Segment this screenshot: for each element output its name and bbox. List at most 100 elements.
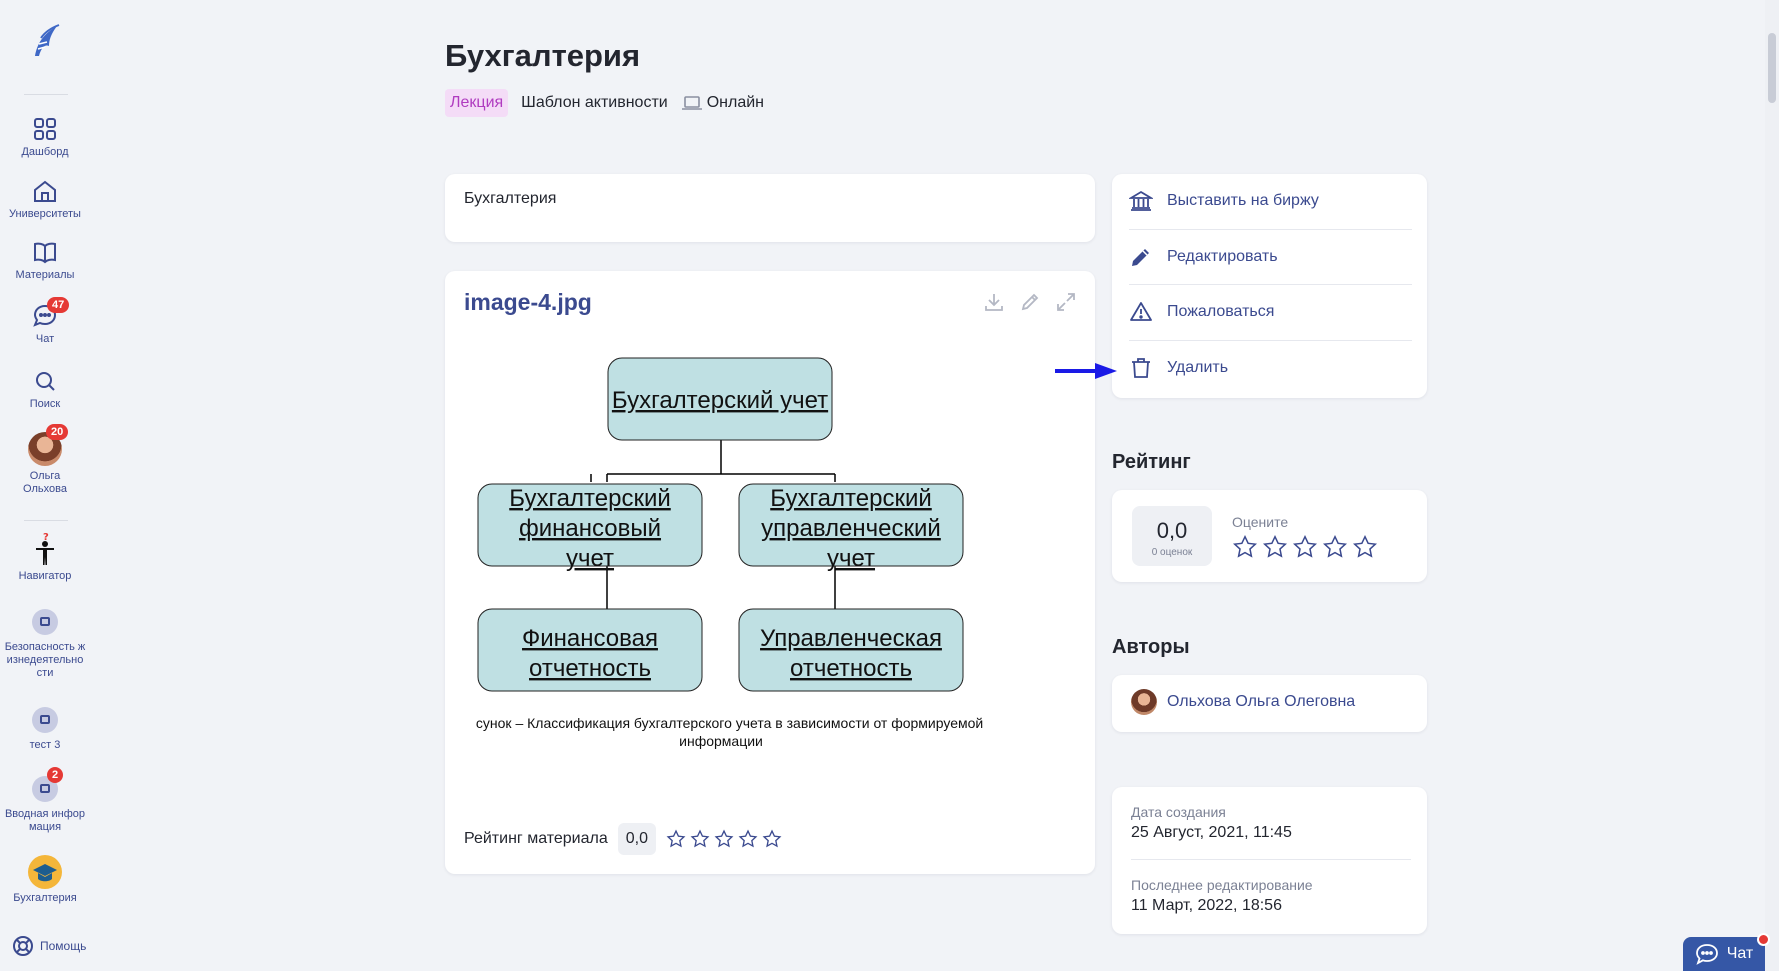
report-label: Пожаловаться — [1167, 303, 1275, 320]
sidebar-item-label: Безопасность жизнедеятельности — [4, 641, 86, 679]
logo-icon[interactable] — [27, 22, 63, 62]
page-title: Бухгалтерия — [445, 38, 641, 73]
node-text: отчетность — [529, 655, 651, 682]
dates-divider — [1131, 859, 1411, 860]
diagram-caption: Рисунок – Классификация бухгалтерского у… — [475, 715, 983, 731]
star-icon[interactable] — [1262, 534, 1288, 560]
sidebar-item-universities[interactable]: Университеты — [0, 178, 90, 221]
star-icon[interactable] — [1352, 534, 1378, 560]
author-name: Ольхова Ольга Олеговна — [1167, 693, 1356, 710]
exchange-label: Выставить на биржу — [1167, 192, 1319, 209]
sidebar-item-label: Вводная информация — [4, 808, 86, 833]
sidebar-item-dashboard[interactable]: Дашборд — [0, 116, 90, 159]
sidebar-item-profile[interactable]: Ольга Ольхова 20 — [0, 424, 90, 496]
edited-date: 11 Март, 2022, 18:56 — [1131, 897, 1282, 914]
scrollbar-thumb[interactable] — [1768, 33, 1776, 103]
accounting-diagram: Бухгалтерский учет Бухгалтерский финансо… — [475, 357, 983, 749]
file-name[interactable]: image-4.jpg — [464, 289, 592, 316]
rate-label: Оцените — [1232, 514, 1289, 530]
sidebar-item-label: Материалы — [15, 269, 75, 281]
actions-card: Выставить на биржу Редактировать Пожалов… — [1112, 174, 1427, 398]
node-text: учет — [566, 545, 614, 572]
sidebar-item-course-intro[interactable]: Вводная информация 2 — [0, 767, 90, 834]
warning-icon — [1130, 302, 1152, 321]
sidebar-item-label: Поиск — [29, 398, 61, 410]
author-avatar — [1131, 689, 1157, 715]
sidebar-item-chat[interactable]: Чат 47 — [0, 297, 90, 346]
star-icon[interactable] — [1322, 534, 1348, 560]
sidebar-item-course-test3[interactable]: тест 3 — [0, 707, 90, 752]
trash-icon — [1132, 358, 1150, 378]
chat-count-badge: 47 — [47, 297, 70, 313]
created-date-label: Дата создания — [1131, 804, 1226, 820]
star-icon[interactable] — [738, 829, 758, 849]
sidebar-item-label: Бухгалтерия — [13, 892, 77, 904]
sidebar-item-label: Дашборд — [21, 146, 69, 158]
node-text: Бухгалтерский учет — [612, 387, 828, 414]
dashboard-icon — [34, 118, 56, 140]
sidebar-item-materials[interactable]: Материалы — [0, 239, 90, 282]
chat-bubble-icon — [1695, 944, 1718, 965]
pencil-icon[interactable] — [1019, 291, 1041, 313]
authors-card: Ольхова Ольга Олеговна — [1112, 675, 1427, 732]
lifebuoy-icon — [13, 936, 33, 956]
material-rating-stars — [666, 829, 782, 849]
exchange-button[interactable]: Выставить на биржу — [1129, 174, 1412, 228]
diagram-caption: информации — [679, 733, 763, 749]
star-icon[interactable] — [666, 829, 686, 849]
author-link[interactable]: Ольхова Ольга Олеговна — [1131, 689, 1355, 715]
expand-icon[interactable] — [1055, 291, 1077, 313]
rating-score: 0,0 — [1156, 518, 1188, 543]
star-icon[interactable] — [1292, 534, 1318, 560]
dates-card: Дата создания 25 Август, 2021, 11:45 Пос… — [1112, 787, 1427, 934]
description-text: Бухгалтерия — [464, 190, 557, 207]
university-icon — [34, 180, 56, 202]
profile-count-badge: 20 — [46, 424, 69, 440]
sidebar-item-label: Чат — [35, 333, 55, 345]
node-text: отчетность — [790, 655, 912, 682]
rating-card: 0,0 0 оценок Оцените — [1112, 490, 1427, 582]
sidebar-item-navigator[interactable]: ? Навигатор — [0, 532, 90, 583]
pencil-icon — [1132, 249, 1149, 266]
node-text: Финансовая — [522, 625, 658, 652]
book-icon — [34, 242, 56, 264]
search-icon — [36, 372, 55, 391]
sidebar-item-search[interactable]: Поиск — [0, 368, 90, 411]
star-icon[interactable] — [1232, 534, 1258, 560]
node-text: финансовый — [519, 515, 661, 542]
sidebar-divider — [24, 520, 68, 521]
course-count-badge: 2 — [47, 767, 64, 783]
star-icon[interactable] — [714, 829, 734, 849]
node-text: Бухгалтерский — [509, 485, 671, 512]
laptop-icon — [681, 96, 702, 110]
sidebar-item-label: Навигатор — [18, 570, 72, 582]
created-date: 25 Август, 2021, 11:45 — [1131, 824, 1292, 841]
rating-count: 0 оценок — [1151, 547, 1193, 558]
chat-notification-dot — [1757, 933, 1770, 946]
online-tag: Онлайн — [681, 94, 764, 112]
node-text: управленческий — [761, 515, 941, 542]
delete-button[interactable]: Удалить — [1129, 341, 1412, 395]
sidebar-item-course-bzhd[interactable]: Безопасность жизнедеятельности — [0, 609, 90, 680]
sidebar-item-label: Университеты — [9, 208, 81, 220]
node-text: Управленческая — [760, 625, 942, 652]
sidebar-item-label: тест 3 — [29, 739, 61, 751]
star-icon[interactable] — [762, 829, 782, 849]
help-link[interactable]: Помощь — [12, 935, 86, 957]
download-icon[interactable] — [983, 291, 1005, 313]
activity-template-tag: Шаблон активности — [521, 94, 668, 111]
chat-widget-button[interactable]: Чат — [1683, 937, 1765, 971]
edit-button[interactable]: Редактировать — [1129, 230, 1412, 284]
node-text: учет — [827, 545, 875, 572]
edit-label: Редактировать — [1167, 248, 1278, 265]
lecture-tag: Лекция — [445, 89, 509, 117]
pointer-arrow-icon — [1055, 363, 1117, 379]
help-label: Помощь — [40, 939, 87, 953]
sidebar: Дашборд Университеты Материалы Чат 47 По… — [0, 0, 90, 971]
report-button[interactable]: Пожаловаться — [1129, 285, 1412, 339]
material-rating: Рейтинг материала 0,0 — [464, 823, 782, 855]
star-icon[interactable] — [690, 829, 710, 849]
sidebar-item-course-accounting[interactable]: Бухгалтерия — [0, 854, 90, 905]
scrollbar[interactable] — [1765, 0, 1779, 971]
sidebar-item-label: Ольга Ольхова — [23, 470, 67, 495]
